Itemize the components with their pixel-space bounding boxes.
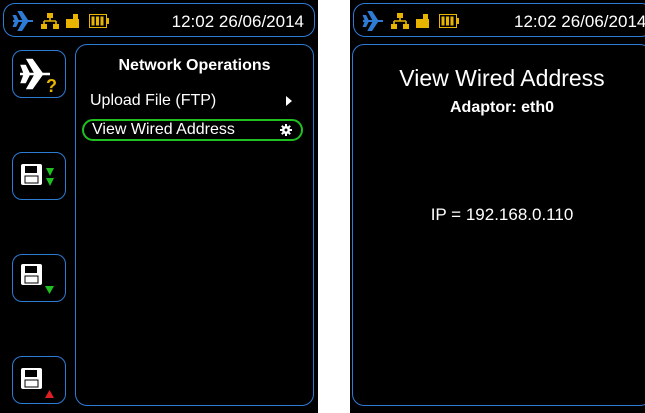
network-icon (41, 13, 59, 29)
save-upload-button[interactable] (12, 356, 66, 404)
status-clock: 12:02 26/06/2014 (514, 12, 645, 31)
battery-level-icon (89, 14, 109, 28)
device-screen-left: 12:02 26/06/2014 ? Network Operations Up… (0, 0, 318, 413)
airplane-icon (12, 11, 33, 31)
menu-item-view-wired-address[interactable]: View Wired Address (82, 119, 303, 141)
save-up-red-icon (21, 368, 54, 398)
device-screen-right: 12:02 26/06/2014 View Wired Address Adap… (350, 0, 645, 413)
usb-battery-icon (66, 14, 79, 28)
status-bar: 12:02 26/06/2014 (3, 3, 315, 37)
ip-address-value: IP = 192.168.0.110 (430, 205, 574, 224)
status-bar: 12:02 26/06/2014 (353, 3, 645, 37)
menu-title: Network Operations (118, 57, 271, 74)
menu-item-label: View Wired Address (92, 121, 235, 138)
adaptor-label: Adaptor: eth0 (450, 99, 554, 116)
save-down-icon (21, 264, 54, 294)
save-down-green-icon (21, 164, 54, 186)
menu-item-label: Upload File (FTP) (90, 92, 217, 109)
usb-battery-icon (416, 14, 429, 28)
status-clock: 12:02 26/06/2014 (171, 12, 304, 31)
wired-address-panel: View Wired Address Adaptor: eth0 IP = 19… (352, 44, 645, 406)
airplane-help-icon: ? (20, 58, 57, 96)
airplane-icon (362, 11, 383, 31)
gear-icon (280, 124, 292, 136)
battery-level-icon (439, 14, 459, 28)
flight-help-button[interactable]: ? (12, 50, 66, 98)
svg-text:?: ? (46, 76, 57, 96)
save-download-button[interactable] (12, 152, 66, 200)
arrow-right-icon (286, 96, 292, 106)
network-operations-menu: Network Operations Upload File (FTP) Vie… (75, 44, 314, 406)
menu-item-upload-file[interactable]: Upload File (FTP) (82, 90, 303, 112)
page-title: View Wired Address (399, 65, 605, 91)
save-button[interactable] (12, 254, 66, 302)
network-icon (391, 13, 409, 29)
